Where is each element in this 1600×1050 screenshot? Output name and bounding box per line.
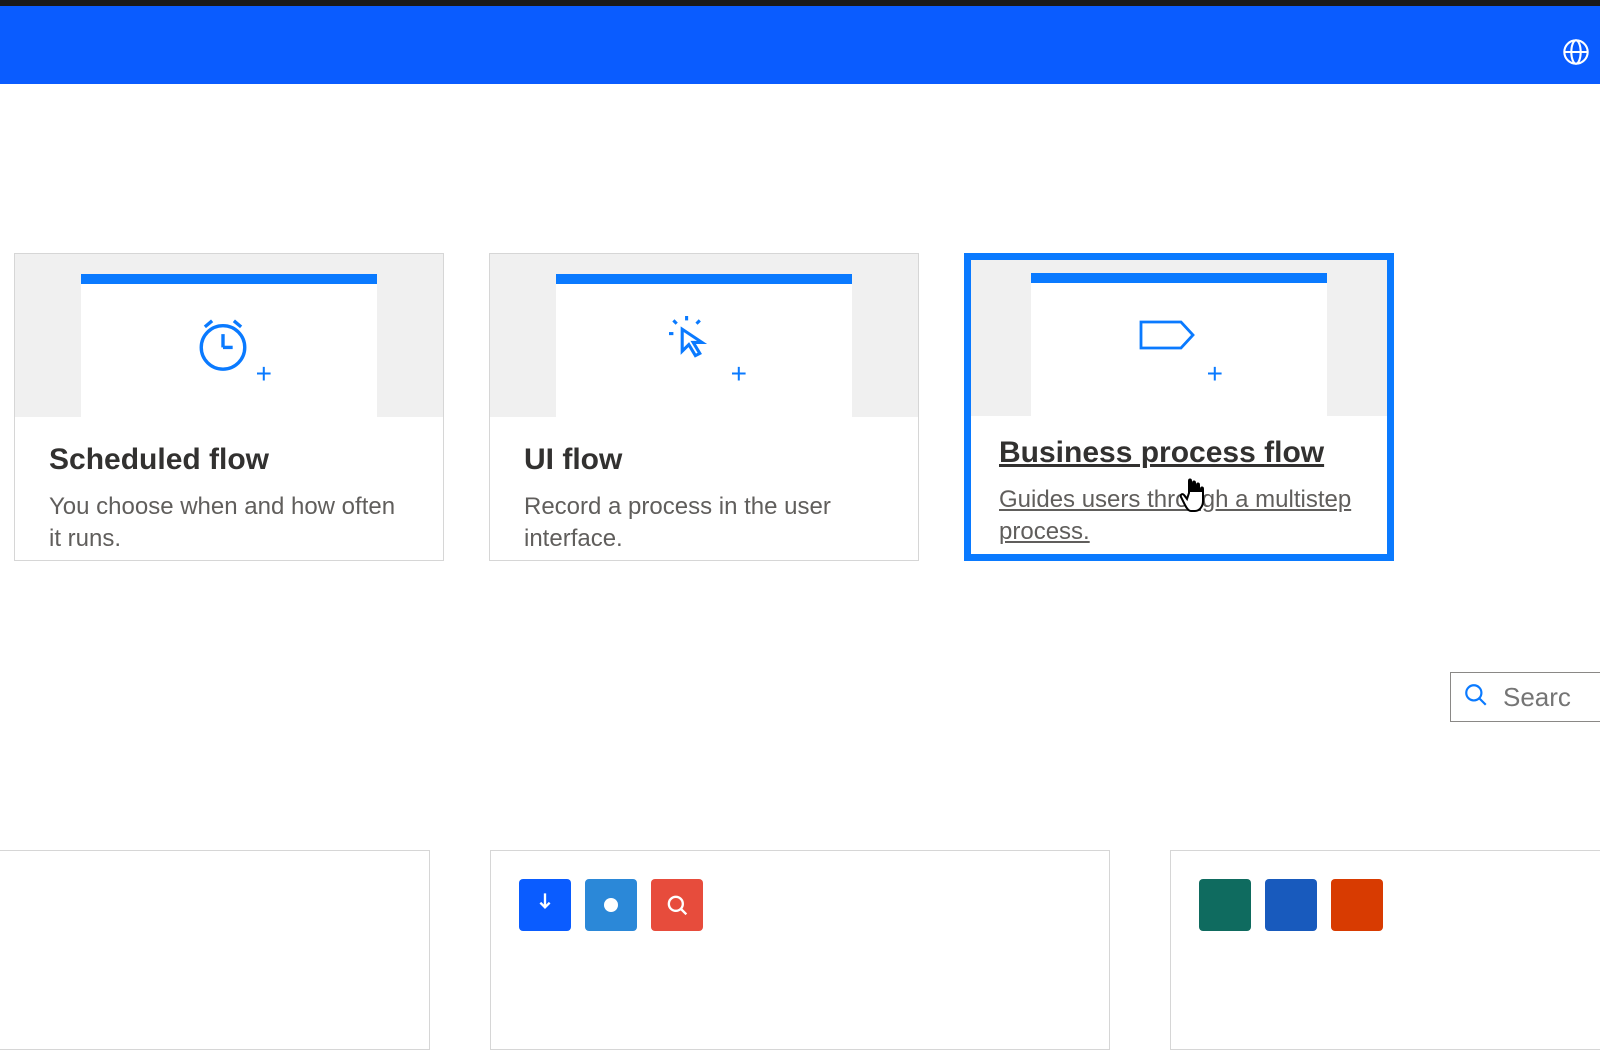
- connector-icon: [1199, 879, 1251, 931]
- hand-cursor-icon: [1178, 475, 1212, 520]
- card-title: UI flow: [524, 443, 884, 477]
- mini-window: +: [1031, 273, 1327, 416]
- connector-icon: [1265, 879, 1317, 931]
- ui-flow-card[interactable]: + UI flow Record a process in the user i…: [489, 253, 919, 561]
- template-card[interactable]: [490, 850, 1110, 1050]
- card-description: Record a process in the user interface.: [524, 491, 884, 556]
- template-cards-row: [0, 850, 1600, 1050]
- connector-icon: [1331, 879, 1383, 931]
- mini-window: +: [556, 274, 852, 417]
- card-preview: +: [490, 254, 918, 417]
- clock-plus-icon: +: [194, 316, 264, 386]
- plus-icon: +: [731, 358, 747, 390]
- search-input-container[interactable]: [1450, 672, 1600, 722]
- card-description: You choose when and how often it runs.: [49, 491, 409, 556]
- cursor-plus-icon: +: [669, 316, 739, 386]
- mini-window: +: [81, 274, 377, 417]
- connector-icon: [585, 879, 637, 931]
- card-preview: +: [971, 260, 1387, 416]
- globe-icon[interactable]: [1562, 38, 1590, 66]
- search-icon: [1463, 682, 1489, 713]
- card-title: Scheduled flow: [49, 443, 409, 477]
- scheduled-flow-card[interactable]: + Scheduled flow You choose when and how…: [14, 253, 444, 561]
- template-card[interactable]: [0, 850, 430, 1050]
- template-card[interactable]: [1170, 850, 1600, 1050]
- plus-icon: +: [256, 358, 272, 390]
- card-title: Business process flow: [999, 436, 1359, 470]
- search-input[interactable]: [1503, 682, 1600, 713]
- stage-plus-icon: +: [1139, 320, 1219, 380]
- card-preview: +: [15, 254, 443, 417]
- header-bar: [0, 6, 1600, 84]
- plus-icon: +: [1207, 358, 1223, 390]
- connector-icon: [519, 879, 571, 931]
- connector-icon: [651, 879, 703, 931]
